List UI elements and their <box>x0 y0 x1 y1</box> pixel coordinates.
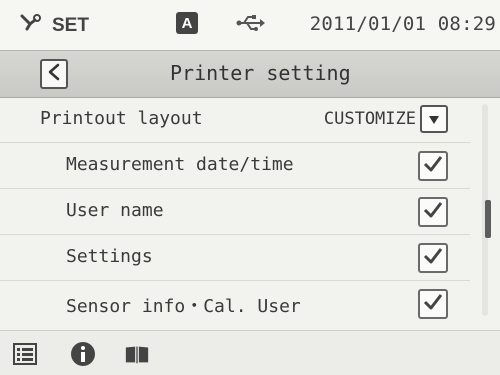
scrollbar-thumb[interactable] <box>485 200 491 238</box>
book-icon[interactable] <box>124 341 150 367</box>
bottom-toolbar <box>0 330 500 375</box>
status-bar: SET A 2011/01/01 08:29 <box>0 0 500 50</box>
usb-icon <box>236 12 266 39</box>
setting-row-measurement-datetime[interactable]: Measurement date/time <box>0 142 470 189</box>
checkmark-icon <box>423 293 443 315</box>
setting-label: Sensor info・Cal. User <box>66 296 301 317</box>
checkmark-icon <box>423 247 443 269</box>
status-mode: SET <box>20 12 89 40</box>
indicator-badge: A <box>176 12 198 34</box>
list-icon[interactable] <box>12 341 38 367</box>
title-bar: Printer setting <box>0 50 500 98</box>
wrench-icon <box>20 12 46 40</box>
page-title: Printer setting <box>170 61 351 85</box>
info-icon[interactable] <box>70 341 96 367</box>
measurement-datetime-checkbox[interactable] <box>418 151 448 181</box>
settings-checkbox[interactable] <box>418 243 448 273</box>
printout-layout-row: Printout layout CUSTOMIZE <box>0 96 470 143</box>
setting-label: User name <box>66 200 164 221</box>
back-button[interactable] <box>40 59 68 89</box>
setting-row-sensor-info[interactable]: Sensor info・Cal. User <box>0 280 470 324</box>
setting-label: Settings <box>66 246 153 267</box>
datetime-display: 2011/01/01 08:29 <box>309 13 496 35</box>
setting-label: Measurement date/time <box>66 154 294 175</box>
user-name-checkbox[interactable] <box>418 197 448 227</box>
mode-label: SET <box>52 15 89 36</box>
printout-layout-label: Printout layout <box>40 108 203 129</box>
sensor-info-checkbox[interactable] <box>418 289 448 319</box>
settings-list: Printout layout CUSTOMIZE Measurement da… <box>0 96 470 324</box>
chevron-left-icon <box>47 63 61 85</box>
setting-row-settings[interactable]: Settings <box>0 234 470 281</box>
checkmark-icon <box>423 155 443 177</box>
printout-layout-dropdown[interactable] <box>420 105 448 133</box>
setting-row-user-name[interactable]: User name <box>0 188 470 235</box>
checkmark-icon <box>423 201 443 223</box>
printout-layout-value: CUSTOMIZE <box>323 109 416 129</box>
triangle-down-icon <box>428 110 440 129</box>
